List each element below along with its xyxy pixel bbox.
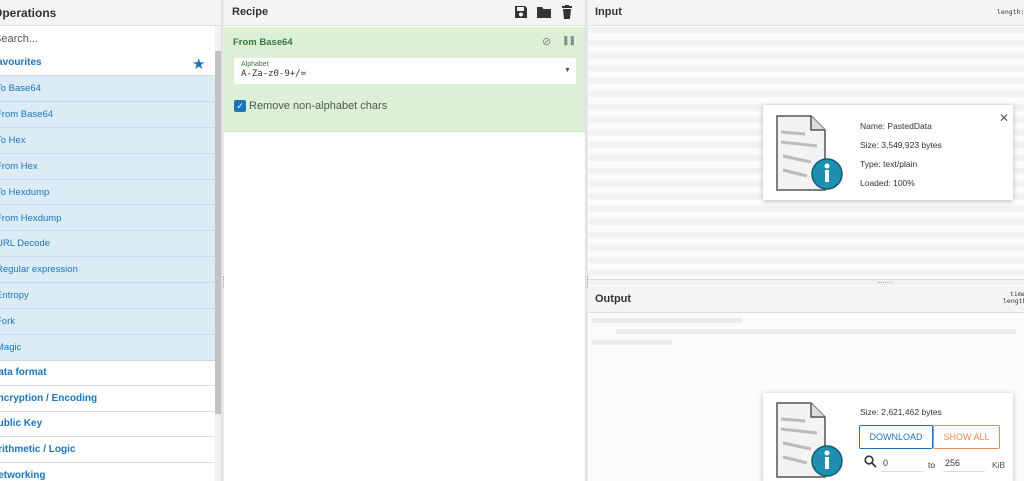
operation-category[interactable]: Networking <box>0 463 215 481</box>
category-favourites[interactable]: Favourites ★ <box>0 51 215 76</box>
category-favourites-label: Favourites <box>0 57 42 68</box>
favourite-operation-label: From Hexdump <box>0 212 62 224</box>
recipe-header: Recipe <box>224 0 585 26</box>
slice-to-input[interactable] <box>943 454 985 472</box>
search-icon <box>864 455 877 468</box>
recipe-operation-from-base64[interactable]: From Base64 ⊘ ❚❚ Alphabet A-Za-z0-9+/= ▼… <box>224 27 585 132</box>
favourite-operation-label: From Hex <box>0 160 38 172</box>
favourite-operation-label: To Hexdump <box>0 186 50 198</box>
favourite-operation[interactable]: From Hexdump <box>0 206 215 232</box>
output-file-details: Size: 2,621,462 bytes DOWNLOAD SHOW ALL … <box>763 393 1013 481</box>
favourite-operation-label: Regular expression <box>0 264 78 276</box>
star-icon[interactable]: ★ <box>192 55 205 73</box>
alphabet-select[interactable]: Alphabet A-Za-z0-9+/= ▼ <box>234 58 576 84</box>
remove-non-alphabet-label: Remove non-alphabet chars <box>249 100 388 112</box>
alphabet-value: A-Za-z0-9+/= <box>241 69 307 79</box>
favourite-operation[interactable]: Regular expression <box>0 257 215 284</box>
io-divider[interactable] <box>588 279 1024 285</box>
save-icon[interactable] <box>513 4 529 20</box>
operation-category-label: Encryption / Encoding <box>0 392 98 404</box>
favourite-operation[interactable]: Magic <box>0 335 215 361</box>
favourites-list: To Base64 From Base64 To Hex From Hex To Hex… <box>0 76 215 361</box>
input-file-type: Type: text/plain <box>860 159 918 169</box>
slice-to-label: to <box>928 460 936 470</box>
slice-unit-label: KiB <box>992 460 1006 470</box>
favourite-operation[interactable]: To Hexdump <box>0 180 215 206</box>
operation-category-label: Arithmetic / Logic <box>0 444 76 456</box>
favourite-operation[interactable]: To Base64 <box>0 76 215 102</box>
favourite-operation[interactable]: To Hex <box>0 128 215 154</box>
pause-icon[interactable]: ❚❚ <box>562 35 576 46</box>
output-length-stat: length <box>1003 297 1024 305</box>
input-title: Input <box>595 6 622 18</box>
recipe-title: Recipe <box>232 6 269 18</box>
operation-category-label: Data format <box>0 367 47 378</box>
alphabet-label: Alphabet <box>241 61 269 68</box>
output-title: Output <box>595 293 632 305</box>
output-preview-lines <box>588 313 1024 353</box>
recipe-panel: Recipe From Base64 ⊘ ❚❚ Alphabet A-Za-z0… <box>224 0 585 481</box>
operations-title: Operations <box>0 6 57 20</box>
input-file-loaded: Loaded: 100% <box>860 178 915 188</box>
favourite-operation[interactable]: From Hex <box>0 154 215 180</box>
show-all-button[interactable]: SHOW ALL <box>933 425 1000 449</box>
favourite-operation-label: To Base64 <box>0 83 41 94</box>
remove-non-alphabet-checkbox[interactable]: ✓ <box>234 100 246 112</box>
recipe-operation-title: From Base64 <box>233 37 293 48</box>
favourite-operation[interactable]: Entropy <box>0 283 215 310</box>
input-file-size: Size: 3,549,923 bytes <box>860 140 942 150</box>
favourite-operation-label: URL Decode <box>0 238 51 250</box>
operations-search-input[interactable] <box>0 31 212 47</box>
close-icon[interactable]: ✕ <box>999 111 1009 125</box>
operations-search <box>0 27 215 52</box>
operations-panel: Operations Favourites ★ To Base64 From Ba… <box>0 0 222 481</box>
output-header: Output time length <box>588 286 1024 313</box>
operation-category[interactable]: Public Key <box>0 412 215 438</box>
favourite-operation[interactable]: Fork <box>0 309 215 335</box>
operation-category[interactable]: Arithmetic / Logic <box>0 438 215 464</box>
operation-category-label: Networking <box>0 469 46 481</box>
disable-icon[interactable]: ⊘ <box>542 35 551 48</box>
output-line <box>592 340 672 345</box>
input-length-stat: length: <box>997 8 1024 16</box>
output-file-size: Size: 2,621,462 bytes <box>860 407 942 417</box>
slice-from-input[interactable] <box>881 454 923 472</box>
favourite-operation-label: To Hex <box>0 134 26 146</box>
operations-header: Operations <box>0 0 222 26</box>
trash-icon[interactable] <box>559 4 575 20</box>
file-info-icon <box>776 115 843 191</box>
io-panel: Input length: Name: PastedData Size: 3,5… <box>588 0 1024 481</box>
input-header: Input length: <box>588 0 1024 26</box>
favourite-operation-label: From Base64 <box>0 108 54 120</box>
favourite-operation[interactable]: URL Decode <box>0 231 215 258</box>
output-line <box>592 318 742 323</box>
favourite-operation-label: Entropy <box>0 290 29 302</box>
input-file-name: Name: PastedData <box>860 121 932 131</box>
folder-icon[interactable] <box>536 4 552 20</box>
favourite-operation-label: Fork <box>0 316 15 328</box>
favourite-operation-label: Magic <box>0 342 22 353</box>
divider-grip <box>878 282 892 283</box>
operation-category[interactable]: Encryption / Encoding <box>0 386 215 412</box>
input-file-details: Name: PastedData Size: 3,549,923 bytes T… <box>763 105 1013 200</box>
file-info-icon <box>776 402 843 478</box>
operation-category[interactable]: Data format <box>0 361 215 386</box>
download-button[interactable]: DOWNLOAD <box>859 425 933 449</box>
operation-category-label: Public Key <box>0 418 43 430</box>
chevron-down-icon: ▼ <box>564 67 571 74</box>
output-line <box>616 329 1016 334</box>
favourite-operation[interactable]: From Base64 <box>0 102 215 128</box>
